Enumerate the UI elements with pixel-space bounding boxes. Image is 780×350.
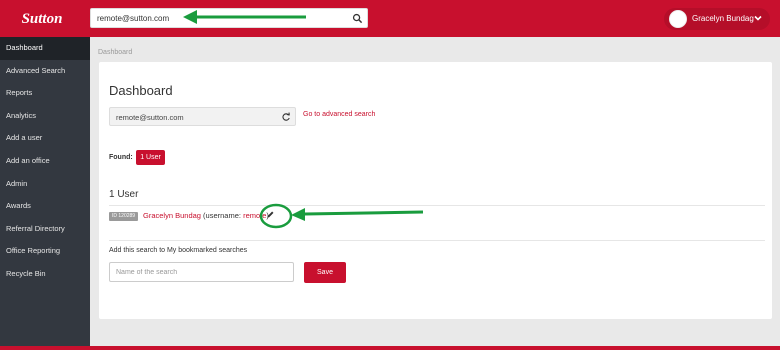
pencil-icon[interactable]	[266, 210, 275, 219]
sidebar-item-add-user[interactable]: Add a user	[0, 127, 90, 150]
current-query-text: remote@sutton.com	[116, 113, 184, 122]
current-query-field[interactable]: remote@sutton.com	[109, 107, 296, 126]
top-bar: Sutton Gracelyn Bundag	[0, 0, 780, 37]
bookmark-divider	[109, 240, 765, 241]
sidebar-item-advanced-search[interactable]: Advanced Search	[0, 60, 90, 83]
user-menu[interactable]: Gracelyn Bundag	[664, 8, 770, 30]
result-row: Gracelyn Bundag (username: remote)	[143, 211, 269, 220]
save-button[interactable]: Save	[304, 262, 346, 283]
sidebar-item-reports[interactable]: Reports	[0, 82, 90, 105]
results-heading: 1 User	[109, 189, 139, 200]
username-prefix: (username:	[203, 211, 244, 220]
user-id-badge: ID 120289	[109, 212, 139, 221]
logo-text: Sutton	[22, 11, 63, 27]
username-link[interactable]: remote	[243, 211, 266, 220]
bookmark-name-input[interactable]	[109, 262, 294, 282]
sidebar-item-admin[interactable]: Admin	[0, 173, 90, 196]
footer-strip	[0, 346, 780, 350]
advanced-search-link[interactable]: Go to advanced search	[303, 111, 375, 118]
sidebar-item-add-office[interactable]: Add an office	[0, 150, 90, 173]
found-users-button[interactable]: 1 User	[136, 150, 165, 165]
search-icon[interactable]	[352, 13, 363, 24]
page-title: Dashboard	[109, 83, 173, 98]
avatar	[669, 10, 687, 28]
chevron-down-icon	[754, 15, 762, 21]
sidebar-item-dashboard[interactable]: Dashboard	[0, 37, 90, 60]
global-search	[90, 8, 368, 28]
sidebar-item-recycle-bin[interactable]: Recycle Bin	[0, 263, 90, 286]
sidebar-item-analytics[interactable]: Analytics	[0, 105, 90, 128]
sidebar: Dashboard Advanced Search Reports Analyt…	[0, 37, 90, 350]
results-divider	[109, 205, 765, 206]
found-label: Found:	[109, 154, 133, 161]
sutton-logo[interactable]: Sutton	[20, 5, 64, 31]
bookmark-label: Add this search to My bookmarked searche…	[109, 247, 248, 254]
sidebar-item-referral-directory[interactable]: Referral Directory	[0, 218, 90, 241]
global-search-input[interactable]	[97, 12, 337, 25]
sidebar-item-awards[interactable]: Awards	[0, 195, 90, 218]
refresh-icon[interactable]	[281, 112, 291, 122]
user-name-link[interactable]: Gracelyn Bundag	[143, 211, 201, 220]
user-name: Gracelyn Bundag	[692, 14, 754, 23]
dashboard-panel: Dashboard remote@sutton.com Go to advanc…	[99, 62, 772, 319]
breadcrumb: Dashboard	[98, 49, 133, 56]
sidebar-item-office-reporting[interactable]: Office Reporting	[0, 240, 90, 263]
